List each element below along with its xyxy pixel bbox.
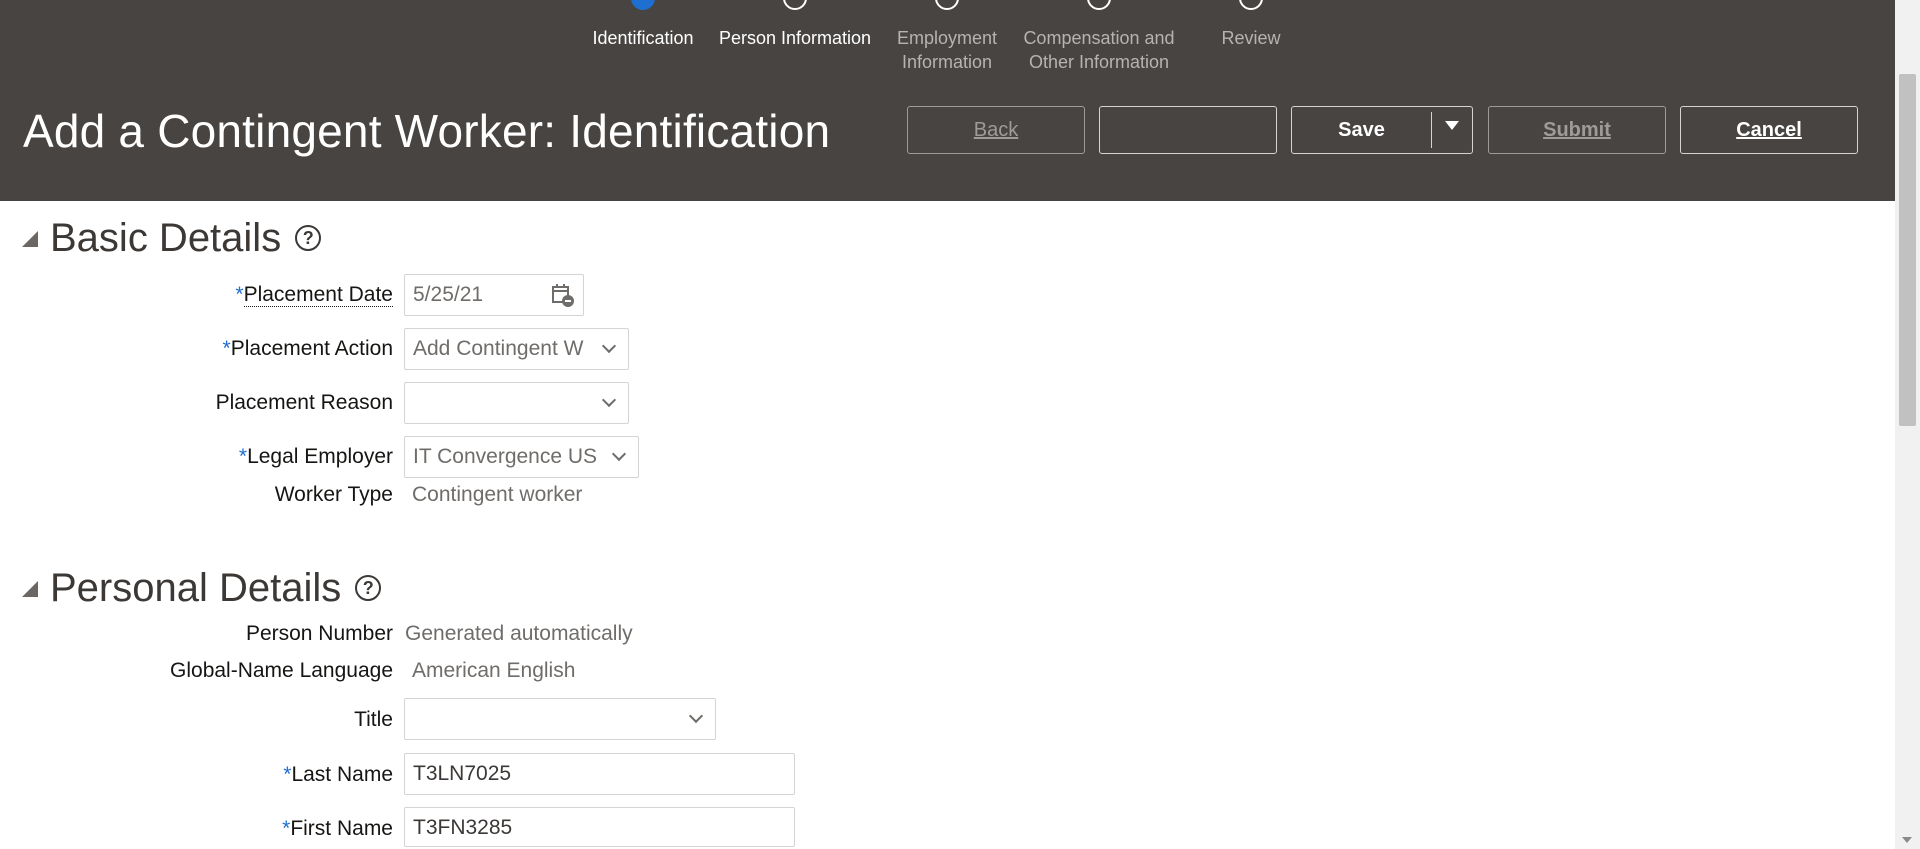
submit-button[interactable]: Submit (1488, 106, 1666, 154)
save-button[interactable]: Save (1292, 107, 1431, 153)
worker-type-label: Worker Type (274, 483, 393, 506)
person-number-value: Generated automatically (405, 622, 633, 645)
chevron-down-icon (601, 392, 617, 408)
vertical-scrollbar[interactable] (1895, 0, 1920, 849)
train-stop-marker (1239, 0, 1263, 10)
title-select[interactable] (404, 698, 716, 740)
cancel-button[interactable]: Cancel (1680, 106, 1858, 154)
help-icon[interactable]: ? (355, 575, 382, 601)
train-stop-label: Identification (592, 28, 694, 48)
train-stop-marker (1087, 0, 1111, 10)
blank-button[interactable] (1099, 106, 1277, 154)
placement-action-select[interactable]: Add Contingent W (404, 328, 629, 370)
dropdown-arrow-icon (1445, 121, 1459, 130)
disclosure-triangle-icon[interactable] (22, 581, 38, 597)
personal-details-title: Personal Details (50, 566, 342, 610)
back-button[interactable]: Back (907, 106, 1085, 154)
basic-details-header[interactable]: Basic Details ? (22, 213, 322, 263)
chevron-down-icon (611, 446, 627, 462)
chevron-down-icon (688, 708, 704, 724)
train-stop-label: Person Information (718, 28, 872, 48)
train-stop-marker (631, 0, 655, 10)
scroll-down-arrow-icon[interactable] (1902, 837, 1912, 843)
placement-date-field[interactable]: 5/25/21 (404, 274, 584, 316)
page-title: Add a Contingent Worker: Identification (23, 105, 831, 157)
last-name-label: *Last Name (283, 763, 393, 786)
train-stop-marker (783, 0, 807, 10)
legal-employer-label: *Legal Employer (238, 445, 393, 468)
disclosure-triangle-icon[interactable] (22, 231, 38, 247)
process-train: Identification Person Information Employ… (0, 0, 1895, 80)
train-stop-label: Compensation and Other Information (1023, 28, 1175, 72)
save-menu-button[interactable] (1432, 107, 1472, 153)
person-number-label: Person Number (245, 622, 393, 645)
personal-details-header[interactable]: Personal Details ? (22, 563, 382, 613)
train-stop-label: Review (1221, 28, 1281, 48)
calendar-icon[interactable] (551, 283, 575, 307)
global-name-language-label: Global-Name Language (170, 659, 393, 682)
placement-action-label: *Placement Action (222, 337, 393, 360)
train-stop-label: Employment Information (896, 28, 998, 72)
placement-reason-select[interactable] (404, 382, 629, 424)
placement-date-label: *Placement Date (235, 283, 393, 307)
help-icon[interactable]: ? (295, 225, 322, 251)
placement-reason-label: Placement Reason (215, 391, 393, 414)
worker-type-value: Contingent worker (412, 483, 583, 506)
save-button-group[interactable]: Save (1291, 106, 1473, 154)
scrollbar-thumb[interactable] (1899, 74, 1916, 426)
title-label: Title (354, 708, 393, 731)
global-name-language-value: American English (412, 659, 576, 682)
first-name-label: *First Name (282, 817, 393, 840)
chevron-down-icon (601, 338, 617, 354)
first-name-input[interactable]: T3FN3285 (404, 807, 795, 847)
train-stop-marker (935, 0, 959, 10)
basic-details-title: Basic Details (50, 216, 282, 260)
legal-employer-select[interactable]: IT Convergence US (404, 436, 639, 478)
last-name-input[interactable]: T3LN7025 (404, 753, 795, 795)
page-header: Identification Person Information Employ… (0, 0, 1895, 201)
